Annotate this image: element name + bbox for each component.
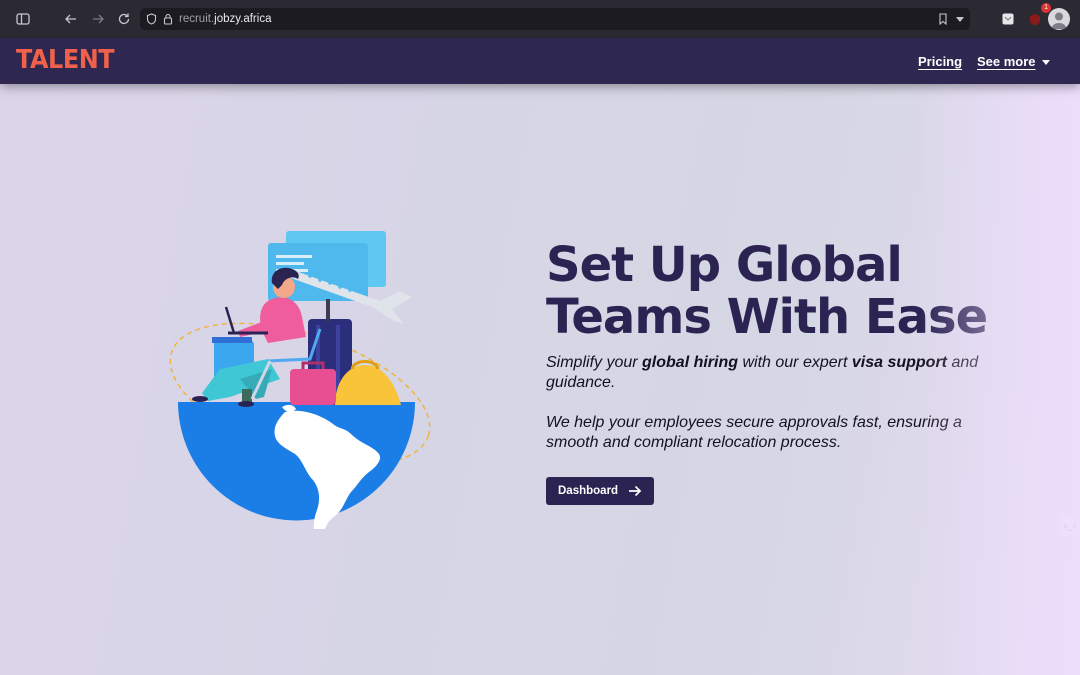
p1-bold-visa-support: visa support	[851, 354, 947, 371]
url-text[interactable]: recruit.jobzy.africa	[179, 13, 271, 25]
hero-title: Set Up Global Teams With Ease	[546, 239, 1016, 343]
site-navbar: TALENT Pricing See more	[0, 38, 1080, 84]
forward-icon[interactable]	[88, 9, 108, 29]
chevron-down-icon[interactable]	[956, 17, 964, 22]
ublock-icon[interactable]: 1	[1025, 3, 1051, 29]
dashboard-button-label: Dashboard	[558, 485, 619, 497]
bookmark-icon[interactable]	[938, 13, 948, 25]
hero-content: Set Up Global Teams With Ease Simplify y…	[546, 239, 1016, 505]
nav-pricing-link[interactable]: Pricing	[918, 54, 962, 69]
hero-title-line2: Teams With Ease	[546, 289, 988, 345]
talent-logo[interactable]: TALENT	[16, 45, 115, 75]
p1-text-c: with our expert	[738, 354, 852, 371]
browser-toolbar: recruit.jobzy.africa 1	[0, 0, 1080, 38]
nav-see-more-dropdown[interactable]: See more	[977, 54, 1050, 69]
hero-title-line1: Set Up Global	[546, 237, 903, 293]
lock-icon	[163, 13, 173, 25]
extension-icon[interactable]	[998, 9, 1018, 29]
sidebar-toggle-icon[interactable]	[13, 9, 33, 29]
address-bar[interactable]: recruit.jobzy.africa	[140, 8, 970, 30]
side-feedback-widget[interactable]: >_<	[1060, 516, 1080, 536]
p1-bold-global-hiring: global hiring	[642, 354, 739, 371]
url-prefix: recruit.	[179, 13, 215, 25]
travel-globe-illustration	[169, 231, 431, 529]
profile-avatar[interactable]	[1048, 8, 1070, 30]
hero-section: Set Up Global Teams With Ease Simplify y…	[0, 84, 1080, 675]
hero-paragraph-1: Simplify your global hiring with our exp…	[546, 353, 1016, 393]
dashboard-button[interactable]: Dashboard	[546, 477, 655, 505]
url-domain: jobzy.africa	[214, 13, 272, 25]
back-icon[interactable]	[61, 9, 81, 29]
shield-icon[interactable]	[146, 13, 157, 25]
caret-down-icon	[1041, 60, 1050, 66]
p1-text-a: Simplify your	[546, 354, 643, 371]
hero-paragraph-2: We help your employees secure approvals …	[546, 414, 962, 451]
arrow-right-icon	[628, 485, 642, 497]
reload-icon[interactable]	[114, 9, 134, 29]
see-more-label: See more	[977, 54, 1036, 69]
